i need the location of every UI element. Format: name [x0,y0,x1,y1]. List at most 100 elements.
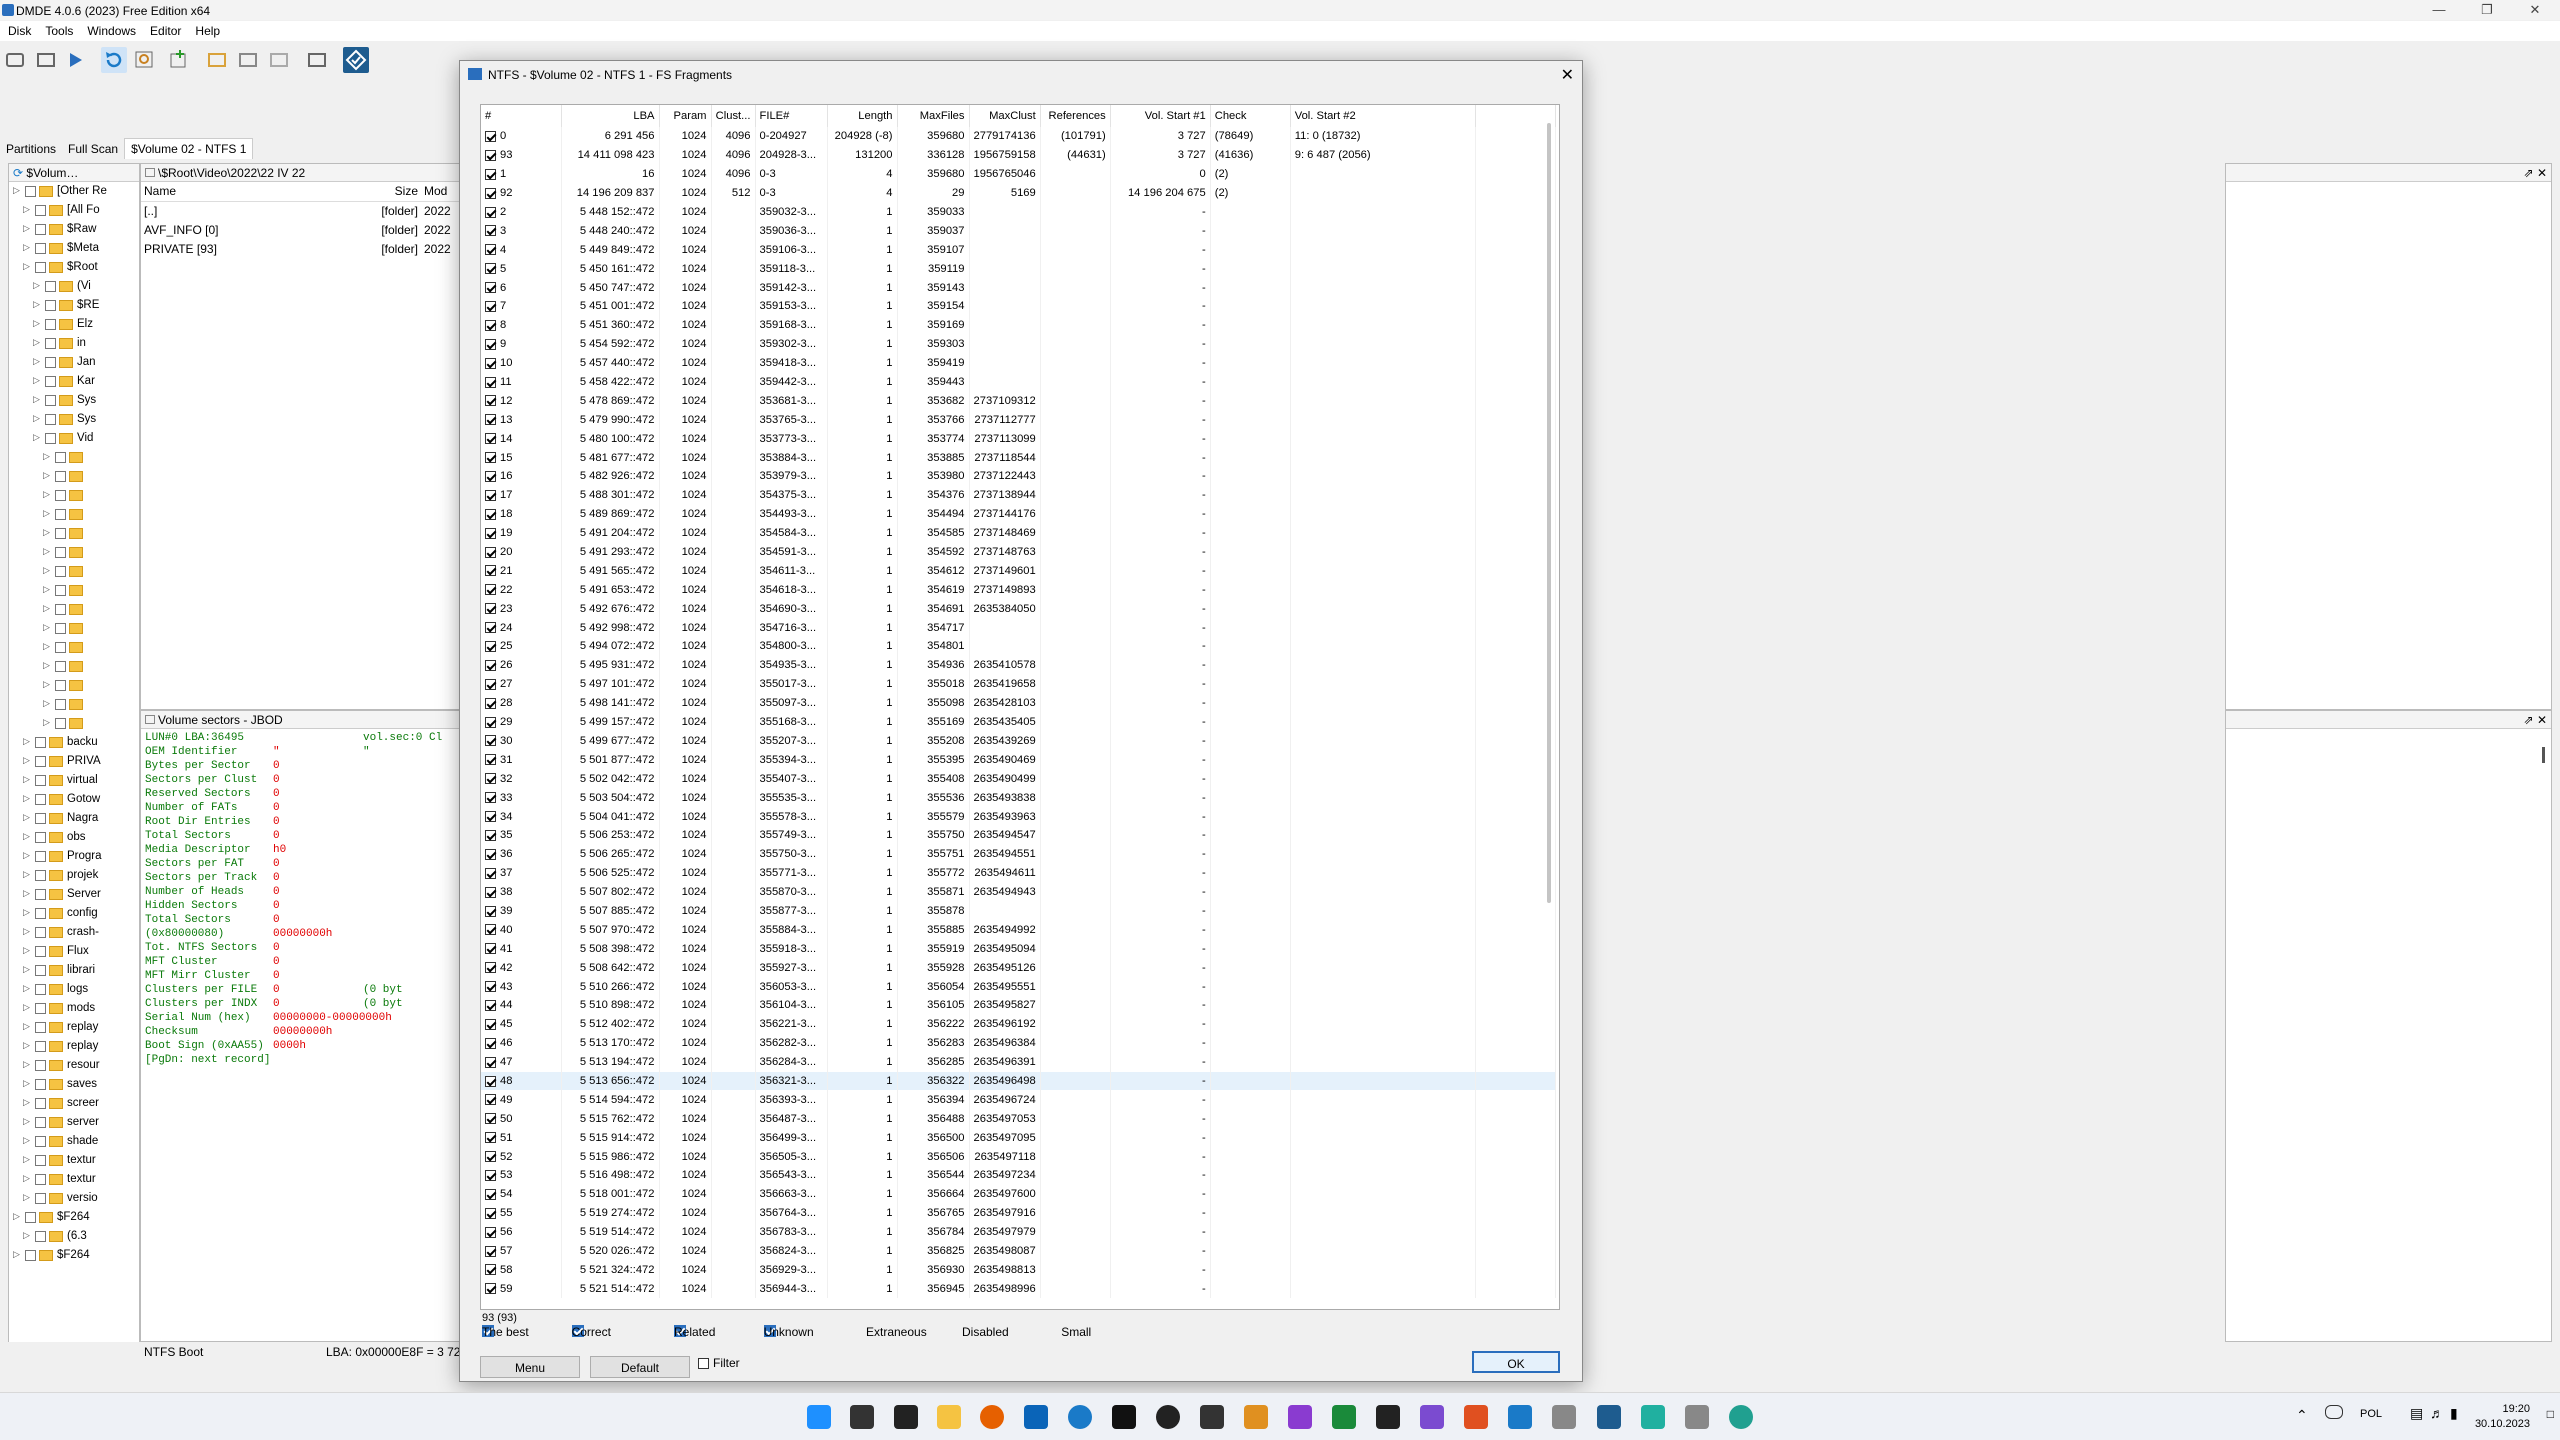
tree-checkbox[interactable] [35,1231,46,1242]
row-checkbox[interactable] [485,1132,496,1144]
row-checkbox[interactable] [485,301,496,312]
fragment-row[interactable]: 31 5 501 877::472 1024 355394-3... 1 355395 26… [481,750,1556,770]
fragment-row[interactable]: 92 14 196 209 837 1024 512 0-3 4 29 5169 14 196 … [481,183,1556,203]
fragment-row[interactable]: 58 5 521 324::472 1024 356929-3... 1 356930 26… [481,1260,1556,1280]
row-checkbox[interactable] [485,433,496,445]
fragments-grid[interactable]: # LBA Param Clust... FILE# Length MaxFiles MaxC… [480,104,1560,1310]
tree-checkbox[interactable] [35,794,46,805]
tree-item[interactable]: ▷ [9,638,139,657]
chevron-right-icon[interactable]: ▷ [23,945,30,956]
tree-checkbox[interactable] [35,1117,46,1128]
tree-item[interactable]: ▷ [9,619,139,638]
col-size[interactable]: Size [331,182,421,201]
row-checkbox[interactable] [485,489,496,501]
task-view-icon[interactable] [850,1405,874,1429]
chevron-right-icon[interactable]: ▷ [23,1116,30,1127]
visual-studio-icon[interactable] [1420,1405,1444,1429]
fragment-row[interactable]: 7 5 451 001::472 1024 359153-3... 1 359154 - [481,297,1556,316]
row-checkbox[interactable] [485,357,496,369]
row-checkbox[interactable] [485,244,496,256]
menu-help[interactable]: Help [187,21,226,38]
tree-checkbox[interactable] [45,433,56,444]
tree-item[interactable]: ▷ virtual [9,771,139,790]
tree-checkbox[interactable] [55,642,66,653]
search-icon[interactable] [132,47,158,73]
app-icon[interactable] [1376,1405,1400,1429]
maximize-panel-icon[interactable]: ⇗ [2524,166,2534,180]
fragment-row[interactable]: 56 5 519 514::472 1024 356783-3... 1 356784 26… [481,1222,1556,1242]
fragment-row[interactable]: 30 5 499 677::472 1024 355207-3... 1 355208 26… [481,731,1556,751]
tree-checkbox[interactable] [45,338,56,349]
fragment-row[interactable]: 1 16 1024 4096 0-3 4 359680 1956765046 0 (2) [481,164,1556,184]
partitions-icon[interactable] [33,47,59,73]
fragment-row[interactable]: 48 5 513 656::472 1024 356321-3... 1 356322 26… [481,1071,1556,1091]
maximize-panel-icon[interactable]: ⇗ [2524,713,2534,727]
tree-checkbox[interactable] [35,946,46,957]
tree-item[interactable]: ▷ [9,505,139,524]
row-checkbox[interactable] [485,1037,496,1049]
chevron-right-icon[interactable]: ▷ [43,451,50,462]
chevron-right-icon[interactable]: ▷ [13,1211,20,1222]
row-checkbox[interactable] [485,1113,496,1125]
tree-item[interactable]: ▷ $RE [9,296,139,315]
row-checkbox[interactable] [485,716,496,728]
tree-checkbox[interactable] [55,604,66,615]
tree-checkbox[interactable] [35,1174,46,1185]
fragment-row[interactable]: 93 14 411 098 423 1024 4096 204928-3... 13120… [481,145,1556,165]
tree-checkbox[interactable] [35,224,46,235]
fragment-row[interactable]: 55 5 519 274::472 1024 356764-3... 1 356765 26… [481,1203,1556,1223]
chevron-right-icon[interactable]: ▷ [43,622,50,633]
tree-checkbox[interactable] [55,452,66,463]
row-checkbox[interactable] [485,452,496,464]
tree-checkbox[interactable] [35,1003,46,1014]
chevron-right-icon[interactable]: ▷ [33,318,40,329]
app-icon[interactable] [1641,1405,1665,1429]
fragment-row[interactable]: 54 5 518 001::472 1024 356663-3... 1 356664 26… [481,1184,1556,1204]
chevron-right-icon[interactable]: ▷ [43,489,50,500]
chevron-right-icon[interactable]: ▷ [33,394,40,405]
tree-item[interactable]: ▷ [9,467,139,486]
row-checkbox[interactable] [485,1207,496,1219]
row-checkbox[interactable] [485,1075,496,1087]
chevron-right-icon[interactable]: ▷ [23,774,30,785]
row-checkbox[interactable] [485,924,496,936]
tree-item[interactable]: ▷ [9,448,139,467]
tree-item[interactable]: ▷ textur [9,1170,139,1189]
chevron-right-icon[interactable]: ▷ [43,603,50,614]
tree-checkbox[interactable] [35,984,46,995]
tree-item[interactable]: ▷ Kar [9,372,139,391]
tree-item[interactable]: ▷ [9,562,139,581]
tree-checkbox[interactable] [35,851,46,862]
tree-checkbox[interactable] [35,832,46,843]
fragment-row[interactable]: 59 5 521 514::472 1024 356944-3... 1 356945 26… [481,1279,1556,1299]
fragment-row[interactable]: 29 5 499 157::472 1024 355168-3... 1 355169 26… [481,712,1556,732]
tree-checkbox[interactable] [35,1060,46,1071]
tree-checkbox[interactable] [25,186,36,197]
chevron-right-icon[interactable]: ▷ [23,926,30,937]
chevron-right-icon[interactable]: ▷ [23,869,30,880]
row-checkbox[interactable] [485,319,496,331]
refresh-small-icon[interactable]: ⟳ [13,166,23,180]
chevron-right-icon[interactable]: ▷ [23,1173,30,1184]
file-row[interactable]: [..] [folder] 2022 [141,201,461,220]
fragment-row[interactable]: 27 5 497 101::472 1024 355017-3... 1 355018 26… [481,674,1556,694]
tab-full-scan[interactable]: Full Scan [62,139,124,159]
fragment-row[interactable]: 0 6 291 456 1024 4096 0-204927 204928 (-8) 359… [481,127,1556,146]
tree-checkbox[interactable] [55,699,66,710]
app-icon[interactable] [1729,1405,1753,1429]
fragment-row[interactable]: 49 5 514 594::472 1024 356393-3... 1 356394 26… [481,1090,1556,1110]
chevron-right-icon[interactable]: ▷ [23,888,30,899]
tree-item[interactable]: ▷ projek [9,866,139,885]
chevron-right-icon[interactable]: ▷ [33,356,40,367]
chevron-right-icon[interactable]: ▷ [33,337,40,348]
tree-item[interactable]: ▷ backu [9,733,139,752]
tree-checkbox[interactable] [45,376,56,387]
chevron-right-icon[interactable]: ▷ [33,413,40,424]
tree-item[interactable]: ▷ Jan [9,353,139,372]
tree-item[interactable]: ▷ Nagra [9,809,139,828]
copy-icon[interactable] [304,47,330,73]
tree-checkbox[interactable] [35,1041,46,1052]
tree-item[interactable]: ▷ server [9,1113,139,1132]
chevron-right-icon[interactable]: ▷ [23,1059,30,1070]
tree-checkbox[interactable] [35,243,46,254]
